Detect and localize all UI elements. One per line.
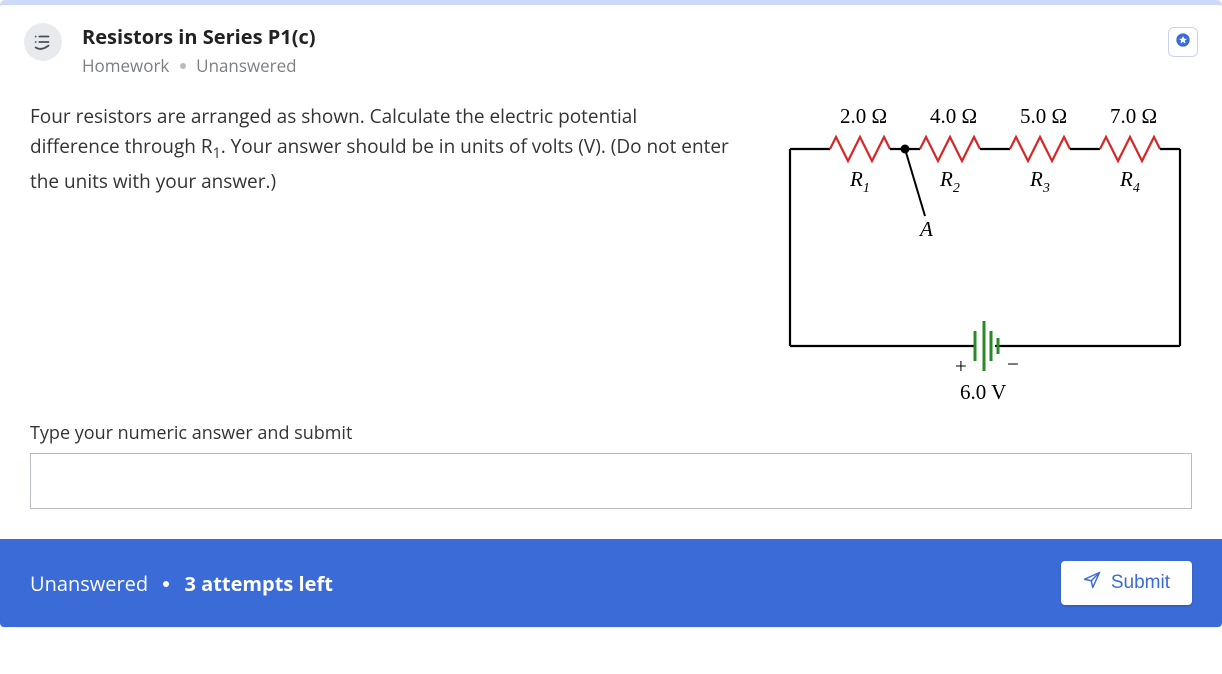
question-body: Four resistors are arranged as shown. Ca… xyxy=(0,85,1222,411)
battery-plus: + xyxy=(955,354,967,378)
answer-label: Type your numeric answer and submit xyxy=(30,421,1192,445)
star-icon xyxy=(1175,31,1191,53)
battery-icon xyxy=(975,321,998,371)
circuit-diagram: 2.0 Ω 4.0 Ω 5.0 Ω 7.0 Ω xyxy=(770,101,1190,401)
submit-label: Submit xyxy=(1111,572,1170,594)
resistor-labels: R1 R2 R3 R4 xyxy=(849,167,1140,196)
question-header: Resistors in Series P1(c) Homework Unans… xyxy=(0,5,1222,85)
r2-value: 4.0 Ω xyxy=(930,104,977,128)
title-block: Resistors in Series P1(c) Homework Unans… xyxy=(82,23,1198,77)
svg-text:R3: R3 xyxy=(1029,167,1050,196)
footer-status: Unanswered 3 attempts left xyxy=(30,570,333,597)
question-card: Resistors in Series P1(c) Homework Unans… xyxy=(0,0,1222,627)
battery-minus: − xyxy=(1007,352,1019,376)
question-footer: Unanswered 3 attempts left Submit xyxy=(0,539,1222,627)
r4-value: 7.0 Ω xyxy=(1110,104,1157,128)
r3-value: 5.0 Ω xyxy=(1020,104,1067,128)
footer-separator-icon xyxy=(163,581,169,587)
battery-voltage: 6.0 V xyxy=(960,380,1006,401)
svg-text:R1: R1 xyxy=(849,167,870,196)
node-dot xyxy=(901,145,910,154)
footer-attempts: 3 attempts left xyxy=(185,570,333,597)
bookmark-button[interactable] xyxy=(1168,27,1198,57)
footer-status-text: Unanswered xyxy=(30,570,148,597)
r1-value: 2.0 Ω xyxy=(840,104,887,128)
meta-category: Homework xyxy=(82,54,169,77)
meta-status: Unanswered xyxy=(196,54,296,77)
svg-text:R4: R4 xyxy=(1119,167,1140,196)
question-meta: Homework Unanswered xyxy=(82,54,1198,77)
paper-plane-icon xyxy=(1083,571,1101,595)
question-type-icon xyxy=(24,23,62,61)
question-prompt: Four resistors are arranged as shown. Ca… xyxy=(30,101,730,196)
answer-area: Type your numeric answer and submit xyxy=(0,411,1222,539)
meta-separator-icon xyxy=(180,63,186,69)
node-label: A xyxy=(918,217,933,241)
question-title: Resistors in Series P1(c) xyxy=(82,23,1198,50)
answer-input[interactable] xyxy=(30,453,1192,509)
submit-button[interactable]: Submit xyxy=(1061,561,1192,605)
prompt-sub: 1 xyxy=(213,144,221,163)
svg-text:R2: R2 xyxy=(939,167,960,196)
